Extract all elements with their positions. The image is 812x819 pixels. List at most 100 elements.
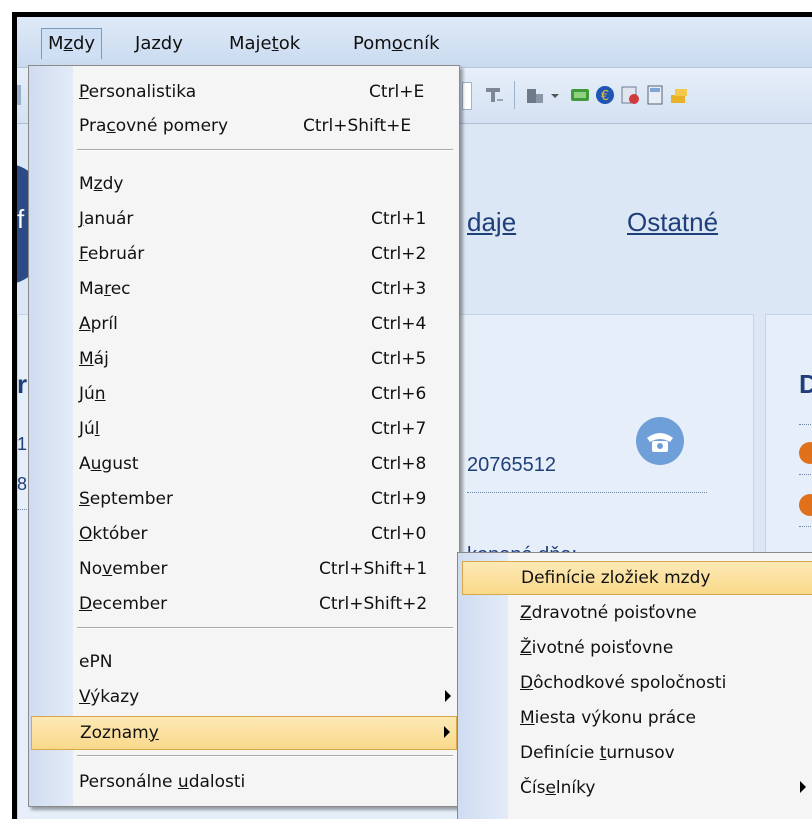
menu-item-maj[interactable]: Máj Ctrl+5 — [31, 343, 457, 375]
menu-item-label: Marec — [79, 279, 131, 299]
menu-separator — [77, 755, 453, 757]
menu-separator — [77, 149, 453, 151]
menu-item-december[interactable]: December Ctrl+Shift+2 — [31, 588, 457, 620]
calculator-icon[interactable] — [645, 85, 665, 105]
svg-text:€: € — [601, 89, 609, 104]
toolbar-separator — [514, 81, 515, 109]
shortcut-label: Ctrl+E — [369, 82, 425, 102]
shortcut-label: Ctrl+3 — [371, 279, 427, 299]
menu-item-label: Február — [79, 244, 145, 264]
money-icon[interactable] — [570, 85, 590, 105]
left-heading-fragment: r — [17, 369, 28, 399]
shortcut-label: Ctrl+2 — [371, 244, 427, 264]
menu-item-label: August — [79, 454, 139, 474]
app-window: Mzdy Jazdy Majetok Pomocník € f daje Ost… — [12, 12, 812, 819]
menu-item-label: Zdravotné poisťovne — [520, 603, 697, 623]
menu-item-vykazy[interactable]: Výkazy — [31, 681, 457, 713]
coins-icon[interactable] — [669, 85, 689, 105]
submenu-item-zdravotne-poistovne[interactable]: Zdravotné poisťovne — [460, 597, 812, 629]
shortcut-label: Ctrl+5 — [371, 349, 427, 369]
menu-item-label: Júl — [79, 419, 100, 439]
menu-item-epn[interactable]: ePN — [31, 646, 457, 678]
phone-divider — [467, 492, 707, 493]
discount-report-icon[interactable] — [620, 85, 640, 105]
building-icon[interactable] — [525, 85, 545, 105]
menu-item-label: Definície turnusov — [520, 743, 675, 763]
submenu-item-ciselniky[interactable]: Číselníky — [460, 772, 812, 804]
menu-item-label: Miesta výkonu práce — [520, 708, 696, 728]
menu-item-personalistika[interactable]: Personalistika Ctrl+E — [31, 76, 457, 108]
menu-item-label: Október — [79, 524, 148, 544]
menu-item-april[interactable]: Apríl Ctrl+4 — [31, 308, 457, 340]
left-divider — [17, 509, 27, 510]
nav-link-udaje[interactable]: daje — [467, 207, 516, 238]
menu-item-marec[interactable]: Marec Ctrl+3 — [31, 273, 457, 305]
menu-item-mzdy[interactable]: Mzdy — [31, 168, 457, 200]
menu-item-label: Zoznamy — [80, 723, 159, 743]
submenu-item-definicie-zloziek-mzdy[interactable]: Definície zložiek mzdy — [462, 561, 812, 595]
submenu-arrow-icon — [445, 690, 451, 702]
shortcut-label: Ctrl+1 — [371, 209, 427, 229]
menu-item-label: November — [79, 559, 168, 579]
toolbar-edge-icon — [17, 85, 21, 105]
menu-jazdy[interactable]: Jazdy — [129, 29, 189, 59]
menu-pomocnik[interactable]: Pomocník — [347, 29, 446, 59]
menu-item-pracovne-pomery[interactable]: Pracovné pomery Ctrl+Shift+E — [31, 110, 457, 142]
submenu-item-zivotne-poistovne[interactable]: Životné poisťovne — [460, 632, 812, 664]
right-divider-1 — [799, 424, 812, 425]
shortcut-label: Ctrl+Shift+E — [303, 116, 412, 136]
menu-item-jul[interactable]: Júl Ctrl+7 — [31, 413, 457, 445]
menu-item-jun[interactable]: Jún Ctrl+6 — [31, 378, 457, 410]
menu-item-label: Január — [79, 209, 134, 229]
menu-item-zoznamy[interactable]: Zoznamy — [31, 716, 457, 750]
submenu-arrow-icon — [800, 781, 806, 793]
screenshot-frame: Mzdy Jazdy Majetok Pomocník € f daje Ost… — [0, 0, 812, 819]
right-divider-3 — [799, 526, 812, 527]
menu-item-label: Mzdy — [79, 174, 124, 194]
menu-item-august[interactable]: August Ctrl+8 — [31, 448, 457, 480]
submenu-item-dochodkove-spolocnosti[interactable]: Dôchodkové spoločnosti — [460, 667, 812, 699]
shortcut-label: Ctrl+8 — [371, 454, 427, 474]
menu-item-label: Apríl — [79, 314, 118, 334]
shortcut-label: Ctrl+0 — [371, 524, 427, 544]
phone-icon[interactable] — [635, 416, 685, 466]
combo-edge-icon[interactable] — [462, 82, 472, 110]
menu-majetok[interactable]: Majetok — [223, 29, 306, 59]
zoznamy-submenu: Definície zložiek mzdy Zdravotné poisťov… — [457, 552, 812, 819]
menu-item-label: December — [79, 594, 168, 614]
menu-item-november[interactable]: November Ctrl+Shift+1 — [31, 553, 457, 585]
euro-icon[interactable]: € — [595, 85, 615, 105]
menu-item-september[interactable]: September Ctrl+9 — [31, 483, 457, 515]
right-heading-fragment: D — [799, 369, 812, 400]
submenu-arrow-icon — [444, 726, 450, 738]
menu-item-label: Výkazy — [79, 687, 140, 707]
menu-item-oktober[interactable]: Október Ctrl+0 — [31, 518, 457, 550]
menu-item-label: Číselníky — [520, 778, 596, 798]
phone-number: 20765512 — [467, 454, 556, 476]
menu-item-personalne-udalosti[interactable]: Personálne udalosti — [31, 766, 457, 798]
shortcut-label: Ctrl+7 — [371, 419, 427, 439]
filter-icon[interactable] — [484, 85, 504, 105]
menu-item-label: Životné poisťovne — [520, 638, 674, 658]
mzdy-dropdown-menu: Personalistika Ctrl+E Pracovné pomery Ct… — [28, 65, 460, 807]
shortcut-label: Ctrl+9 — [371, 489, 427, 509]
menu-item-label: September — [79, 489, 173, 509]
menu-bar: Mzdy Jazdy Majetok Pomocník — [17, 17, 812, 68]
menu-item-label: Definície zložiek mzdy — [521, 568, 711, 588]
submenu-item-miesta-vykonu-prace[interactable]: Miesta výkonu práce — [460, 702, 812, 734]
menu-item-februar[interactable]: Február Ctrl+2 — [31, 238, 457, 270]
menu-item-label: Pracovné pomery — [79, 116, 229, 136]
submenu-item-definicie-turnusov[interactable]: Definície turnusov — [460, 737, 812, 769]
dropdown-arrow-icon[interactable] — [550, 85, 560, 105]
menu-item-label: Personalistika — [79, 82, 197, 102]
nav-link-ostatne[interactable]: Ostatné — [627, 207, 718, 238]
shortcut-label: Ctrl+4 — [371, 314, 427, 334]
shortcut-label: Ctrl+Shift+2 — [319, 594, 428, 614]
menu-item-label: Dôchodkové spoločnosti — [520, 673, 727, 693]
menu-item-januar[interactable]: Január Ctrl+1 — [31, 203, 457, 235]
menu-mzdy[interactable]: Mzdy — [41, 28, 103, 59]
menu-item-label: Jún — [79, 384, 106, 404]
shortcut-label: Ctrl+6 — [371, 384, 427, 404]
menu-item-label: ePN — [79, 652, 113, 672]
menu-separator — [77, 627, 453, 629]
